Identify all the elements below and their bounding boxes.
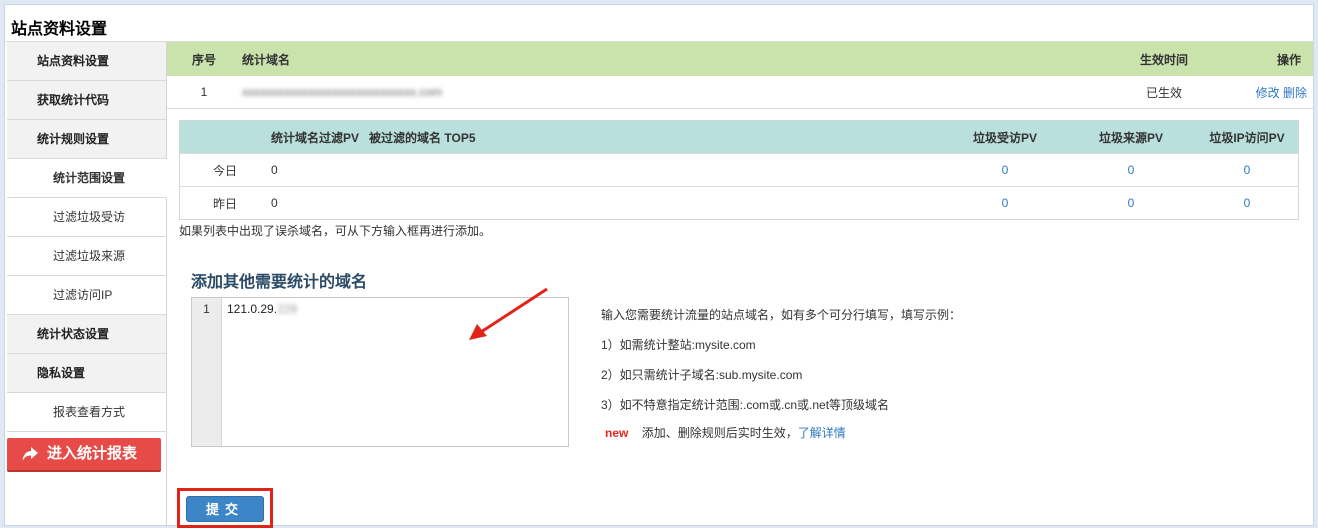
submit-highlight: 提交 <box>177 488 273 528</box>
annotation-arrow-icon <box>469 287 548 340</box>
sidebar-item-label: 隐私设置 <box>37 366 86 380</box>
stats-header: 统计域名过滤PV 被过滤的域名 TOP5 垃圾受访PV 垃圾来源PV 垃圾IP访… <box>179 120 1299 154</box>
sidebar-item-status[interactable]: 统计状态设置 <box>7 315 166 354</box>
domain-input-blurred: 229 <box>277 302 298 316</box>
row-actions: 修改 删除 <box>1220 76 1313 109</box>
sidebar-item-scope[interactable]: 统计范围设置 <box>7 159 167 198</box>
junk-source-value[interactable]: 0 <box>1066 186 1196 220</box>
filtered-value: 0 <box>270 153 944 187</box>
sidebar-item-report-view[interactable]: 报表查看方式 <box>7 393 166 432</box>
new-badge: new <box>605 426 629 440</box>
line-number-gutter: 1 <box>192 298 222 446</box>
domain-table: 序号 统计域名 生效时间 操作 1 xxxxxxxxxxxxxxxxxxxxxx… <box>167 42 1313 109</box>
junk-visit-value[interactable]: 0 <box>944 153 1066 187</box>
new-note: new 添加、删除规则后实时生效，了解详情 <box>605 424 846 441</box>
edit-link[interactable]: 修改 <box>1256 86 1280 100</box>
col-domain: 统计域名 <box>241 42 1108 76</box>
table-row: 1 xxxxxxxxxxxxxxxxxxxxxxxxxxxxx.com 已生效 … <box>167 76 1313 109</box>
instructions-example-1: 1）如需统计整站:mysite.com <box>601 338 756 352</box>
row-effective: 已生效 <box>1108 76 1220 109</box>
sidebar-item-label: 过滤垃圾受访 <box>53 210 126 224</box>
col-action: 操作 <box>1220 42 1313 76</box>
sidebar-item-filter-ip[interactable]: 过滤访问IP <box>7 276 166 315</box>
instructions-example-3: 3）如不特意指定统计范围:.com或.cn或.net等顶级域名 <box>601 398 890 412</box>
domain-table-header: 序号 统计域名 生效时间 操作 <box>167 42 1313 76</box>
row-domain: xxxxxxxxxxxxxxxxxxxxxxxxxxxxx.com <box>241 76 1108 109</box>
col-top5-label: 被过滤的域名 TOP5 <box>369 130 476 145</box>
main-content: 序号 统计域名 生效时间 操作 1 xxxxxxxxxxxxxxxxxxxxxx… <box>167 42 1313 528</box>
junk-ip-value[interactable]: 0 <box>1196 186 1299 220</box>
sidebar-item-filter-source[interactable]: 过滤垃圾来源 <box>7 237 166 276</box>
enter-report-label: 进入统计报表 <box>47 445 138 462</box>
sidebar-item-label: 站点资料设置 <box>37 54 110 68</box>
table-row: 昨日 0 0 0 0 <box>179 186 1299 220</box>
col-filtered-label: 统计域名过滤PV <box>271 130 360 145</box>
period-label: 昨日 <box>179 186 270 220</box>
sidebar-item-label: 统计状态设置 <box>37 327 110 341</box>
sidebar-item-get-code[interactable]: 获取统计代码 <box>7 81 166 120</box>
filtered-value: 0 <box>270 186 944 220</box>
sidebar-item-privacy[interactable]: 隐私设置 <box>7 354 166 393</box>
col-period <box>179 120 270 154</box>
enter-report-button[interactable]: 进入统计报表 <box>7 438 161 470</box>
col-effective: 生效时间 <box>1108 42 1220 76</box>
hint-text: 如果列表中出现了误杀域名，可从下方输入框再进行添加。 <box>179 224 492 238</box>
col-filtered: 统计域名过滤PV 被过滤的域名 TOP5 <box>270 120 944 154</box>
delete-link[interactable]: 删除 <box>1283 86 1307 100</box>
page-title: 站点资料设置 <box>11 21 108 38</box>
sidebar-item-label: 获取统计代码 <box>37 93 110 107</box>
domain-input-value: 121.0.29. <box>227 302 278 316</box>
add-domain-title: 添加其他需要统计的域名 <box>191 274 368 291</box>
col-junk-visit: 垃圾受访PV <box>944 120 1066 154</box>
junk-source-value[interactable]: 0 <box>1066 153 1196 187</box>
sidebar-item-label: 统计规则设置 <box>37 132 110 146</box>
period-label: 今日 <box>179 153 270 187</box>
sidebar-item-label: 过滤垃圾来源 <box>53 249 126 263</box>
domain-input-line: 121.0.29.229 <box>227 302 297 316</box>
new-note-text: 添加、删除规则后实时生效， <box>641 426 798 440</box>
table-row: 今日 0 0 0 0 <box>179 153 1299 187</box>
junk-visit-value[interactable]: 0 <box>944 186 1066 220</box>
sidebar-item-site-info[interactable]: 站点资料设置 <box>7 42 166 81</box>
sidebar-item-label: 报表查看方式 <box>53 405 126 419</box>
submit-button[interactable]: 提交 <box>186 496 264 522</box>
domain-value-blurred: xxxxxxxxxxxxxxxxxxxxxxxxxxxxx.com <box>242 85 443 99</box>
row-index: 1 <box>167 76 241 109</box>
sidebar-item-rules[interactable]: 统计规则设置 <box>7 120 166 159</box>
col-index: 序号 <box>167 42 241 76</box>
share-arrow-icon <box>22 447 38 461</box>
col-junk-ip: 垃圾IP访问PV <box>1196 120 1299 154</box>
learn-more-link[interactable]: 了解详情 <box>798 426 846 440</box>
instructions-example-2: 2）如只需统计子域名:sub.mysite.com <box>601 368 803 382</box>
instructions-intro: 输入您需要统计流量的站点域名，如有多个可分行填写，填写示例： <box>601 308 962 322</box>
col-junk-source: 垃圾来源PV <box>1066 120 1196 154</box>
sidebar-item-label: 过滤访问IP <box>53 288 113 302</box>
sidebar: 站点资料设置 获取统计代码 统计规则设置 统计范围设置 过滤垃圾受访 过滤垃圾来… <box>7 42 167 527</box>
settings-panel: 站点资料设置 站点资料设置 获取统计代码 统计规则设置 统计范围设置 过滤垃圾受… <box>4 4 1314 528</box>
sidebar-item-filter-visit[interactable]: 过滤垃圾受访 <box>7 198 166 237</box>
junk-ip-value[interactable]: 0 <box>1196 153 1299 187</box>
sidebar-item-label: 统计范围设置 <box>53 171 126 185</box>
filter-stats-table: 统计域名过滤PV 被过滤的域名 TOP5 垃圾受访PV 垃圾来源PV 垃圾IP访… <box>179 120 1299 220</box>
